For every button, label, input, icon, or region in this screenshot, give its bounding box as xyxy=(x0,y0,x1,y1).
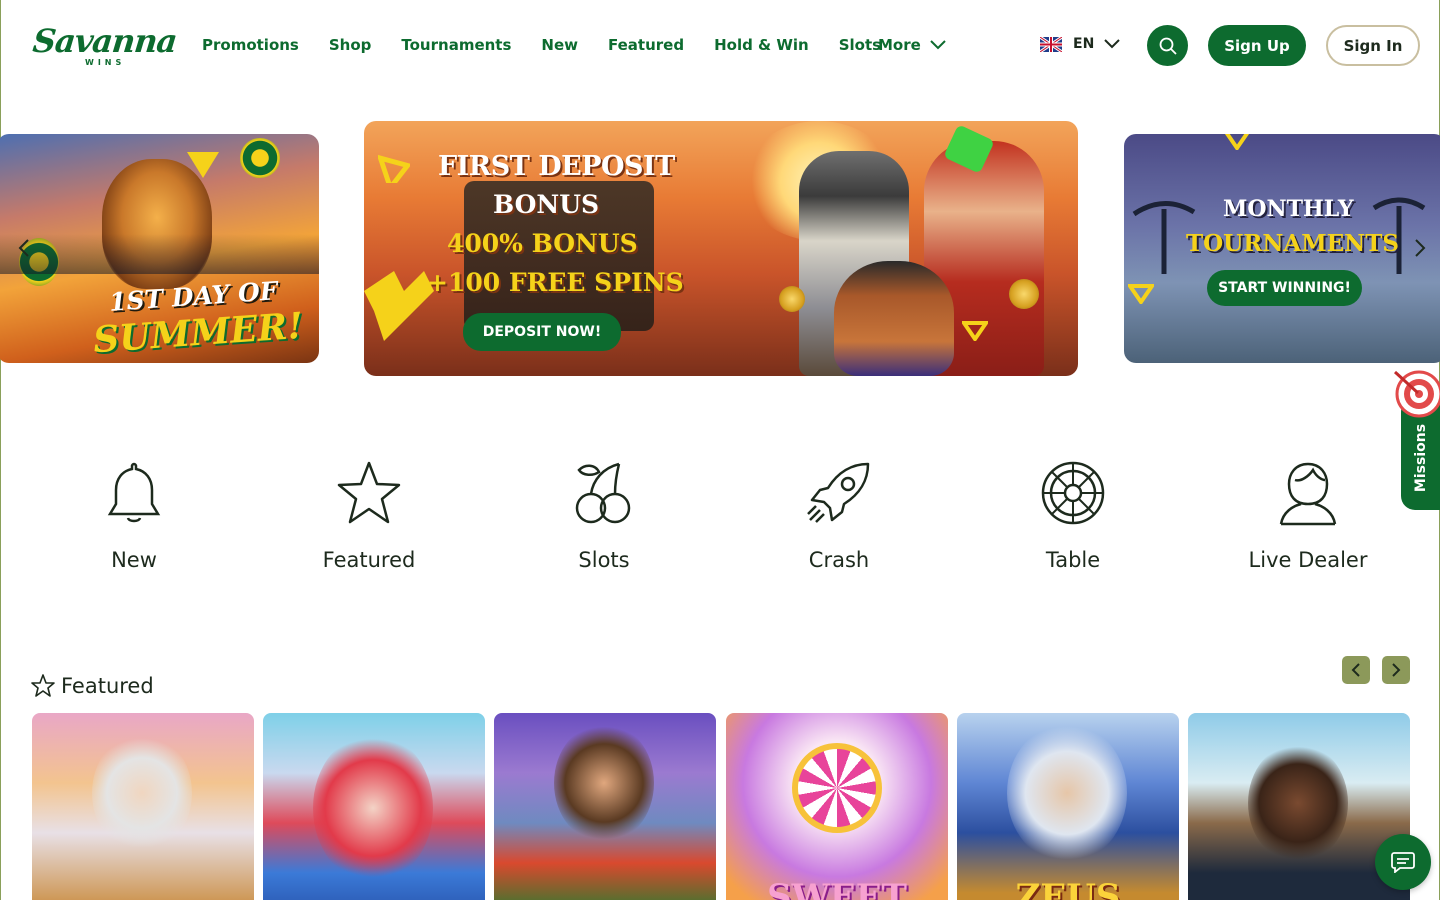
category-featured-label: Featured xyxy=(322,548,416,572)
nav-featured[interactable]: Featured xyxy=(608,36,684,56)
category-crash[interactable]: Crash xyxy=(759,460,919,572)
zeus-character xyxy=(1007,723,1127,863)
casino-chip-icon xyxy=(240,138,280,178)
deposit-now-button[interactable]: DEPOSIT NOW! xyxy=(463,313,621,351)
nav-promotions[interactable]: Promotions xyxy=(202,36,299,56)
category-slots-label: Slots xyxy=(578,548,630,572)
banner-main-line4: +100 FREE SPINS xyxy=(427,268,684,297)
triangle-decoration xyxy=(962,321,988,341)
chat-button[interactable] xyxy=(1375,834,1431,890)
banner-tournaments[interactable]: MONTHLY TOURNAMENTS START WINNING! xyxy=(1124,134,1440,363)
carousel-prev-arrow[interactable] xyxy=(15,238,35,258)
start-winning-button[interactable]: START WINNING! xyxy=(1207,270,1362,306)
dealer-icon xyxy=(1279,462,1337,526)
nav-shop[interactable]: Shop xyxy=(329,36,372,56)
rocket-icon xyxy=(807,462,870,523)
main-nav: Promotions Shop Tournaments New Featured… xyxy=(202,36,911,56)
game-tile-title: SWEET xyxy=(767,877,907,900)
site-header: Savanna WINS Promotions Shop Tournaments… xyxy=(1,0,1440,92)
star-icon xyxy=(337,461,401,524)
nav-hold-and-win[interactable]: Hold & Win xyxy=(714,36,809,56)
category-live-dealer-label: Live Dealer xyxy=(1248,548,1368,572)
cherries-icon xyxy=(575,462,631,524)
chevron-down-icon xyxy=(930,40,946,50)
nav-more-label: More xyxy=(878,36,921,54)
banner-summer[interactable]: 1ST DAY OF SUMMER! xyxy=(0,134,319,363)
logo-subtitle: WINS xyxy=(85,58,126,67)
triangle-decoration xyxy=(378,154,410,183)
language-code: EN xyxy=(1073,36,1095,52)
nav-tournaments[interactable]: Tournaments xyxy=(401,36,511,56)
category-new-label: New xyxy=(111,548,157,572)
banner-first-deposit[interactable]: FIRST DEPOSIT BONUS 400% BONUS +100 FREE… xyxy=(364,121,1078,376)
game-tile[interactable]: SWEET xyxy=(726,713,948,900)
tree-silhouettes xyxy=(0,234,319,274)
language-selector[interactable]: EN xyxy=(1040,36,1120,52)
featured-games-row: SWEET ZEUS xyxy=(32,713,1412,900)
chevron-down-icon xyxy=(1104,39,1120,49)
target-icon xyxy=(1393,370,1440,418)
star-icon xyxy=(31,674,55,697)
sign-up-button[interactable]: Sign Up xyxy=(1208,25,1306,66)
featured-title: Featured xyxy=(61,674,154,698)
triangle-decoration xyxy=(187,152,219,178)
chevron-left-icon xyxy=(1351,663,1360,677)
nav-slots[interactable]: Slots xyxy=(839,36,881,56)
category-row: New Featured Slots Crash Table Live Deal… xyxy=(1,460,1440,580)
gold-coin-icon xyxy=(1009,279,1039,309)
game-tile[interactable] xyxy=(263,713,485,900)
category-table-label: Table xyxy=(1045,548,1101,572)
game-tile[interactable] xyxy=(32,713,254,900)
footballer-character xyxy=(1248,743,1348,863)
featured-section-title: Featured xyxy=(31,674,154,698)
game-tile[interactable] xyxy=(494,713,716,900)
savanna-wins-logo[interactable]: Savanna WINS xyxy=(31,22,178,70)
candy-icon xyxy=(792,743,882,833)
game-tile-title: ZEUS xyxy=(1015,877,1121,900)
zeus-character xyxy=(92,733,192,853)
chevron-right-icon xyxy=(1392,663,1401,677)
category-slots[interactable]: Slots xyxy=(524,460,684,572)
featured-next-button[interactable] xyxy=(1382,656,1410,684)
game-tile[interactable]: ZEUS xyxy=(957,713,1179,900)
gold-coin-icon xyxy=(779,286,805,312)
category-live-dealer[interactable]: Live Dealer xyxy=(1228,460,1388,572)
category-new[interactable]: New xyxy=(54,460,214,572)
carousel-next-arrow[interactable] xyxy=(1409,238,1429,258)
category-crash-label: Crash xyxy=(808,548,870,572)
chat-icon xyxy=(1391,852,1415,873)
bell-icon xyxy=(107,462,161,523)
uk-flag-icon xyxy=(1040,36,1062,52)
nav-more-dropdown[interactable]: More xyxy=(878,36,946,54)
anime-character xyxy=(313,733,433,883)
category-table[interactable]: Table xyxy=(993,460,1153,572)
nav-new[interactable]: New xyxy=(541,36,578,56)
fisherman-character xyxy=(554,723,654,843)
banner-right-line1: MONTHLY xyxy=(1223,196,1354,222)
banner-main-line1: FIRST DEPOSIT xyxy=(438,151,675,182)
dog-character xyxy=(834,261,954,376)
sign-in-button[interactable]: Sign In xyxy=(1326,25,1420,66)
search-button[interactable] xyxy=(1147,25,1188,66)
triangle-decoration xyxy=(1128,284,1154,304)
banner-right-line2: TOURNAMENTS xyxy=(1186,230,1399,257)
banner-main-line2: BONUS xyxy=(493,190,600,219)
logo-wordmark: Savanna xyxy=(31,22,179,60)
roulette-icon xyxy=(1041,461,1105,525)
category-featured[interactable]: Featured xyxy=(289,460,449,572)
banner-main-line3: 400% BONUS xyxy=(447,229,638,258)
featured-prev-button[interactable] xyxy=(1342,656,1370,684)
triangle-decoration xyxy=(1224,134,1250,150)
yellow-shape-decoration xyxy=(364,271,434,341)
search-icon xyxy=(1159,37,1177,55)
promo-carousel: 1ST DAY OF SUMMER! FIRST DEPOSIT BONUS 4… xyxy=(0,118,1440,380)
